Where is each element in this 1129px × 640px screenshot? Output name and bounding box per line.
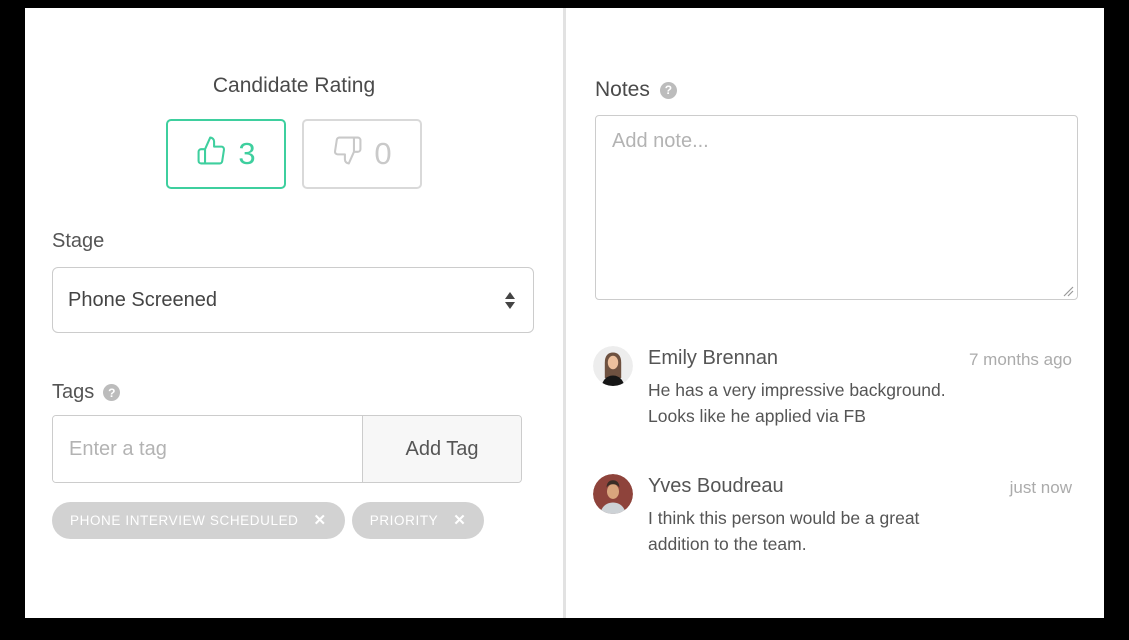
avatar-emily-brennan bbox=[593, 346, 633, 386]
notes-header: Notes ? bbox=[595, 78, 677, 102]
tag-input[interactable] bbox=[53, 416, 362, 482]
thumbs-up-icon bbox=[196, 135, 227, 174]
tag-pill-label: PHONE INTERVIEW SCHEDULED bbox=[70, 513, 299, 528]
notes-help-icon[interactable]: ? bbox=[660, 82, 677, 99]
note-timestamp: 7 months ago bbox=[969, 350, 1072, 370]
candidate-rating-panel: Candidate Rating 3 0 Stage Phone Screene… bbox=[25, 8, 563, 618]
tags-help-icon[interactable]: ? bbox=[103, 384, 120, 401]
rating-buttons-row: 3 0 bbox=[25, 119, 563, 189]
note-entry: Yves Boudreau just now I think this pers… bbox=[593, 472, 1072, 557]
remove-tag-icon[interactable]: ✕ bbox=[314, 513, 327, 528]
thumbs-up-button[interactable]: 3 bbox=[166, 119, 286, 189]
tag-input-group: Add Tag bbox=[52, 415, 522, 483]
note-author: Yves Boudreau bbox=[648, 472, 1072, 498]
thumbs-down-icon bbox=[332, 135, 363, 174]
candidate-detail-screen: { "rating": { "title": "Candidate Rating… bbox=[0, 0, 1129, 640]
note-input[interactable] bbox=[595, 115, 1078, 300]
tag-pill-label: PRIORITY bbox=[370, 513, 439, 528]
tags-label-text: Tags bbox=[52, 381, 94, 404]
stage-label: Stage bbox=[52, 230, 104, 253]
stage-select-value: Phone Screened bbox=[68, 289, 217, 312]
thumbs-up-count: 3 bbox=[238, 136, 255, 172]
thumbs-down-count: 0 bbox=[374, 136, 391, 172]
note-textarea-wrap bbox=[595, 115, 1078, 300]
avatar-yves-boudreau bbox=[593, 474, 633, 514]
add-tag-button[interactable]: Add Tag bbox=[362, 416, 521, 482]
notes-panel: Notes ? Emily Brennan 7 months ago He ha… bbox=[566, 8, 1104, 618]
remove-tag-icon[interactable]: ✕ bbox=[453, 513, 466, 528]
tag-pill-list: PHONE INTERVIEW SCHEDULED ✕ PRIORITY ✕ bbox=[52, 502, 484, 539]
notes-title: Notes bbox=[595, 78, 650, 102]
stage-select[interactable]: Phone Screened bbox=[52, 267, 534, 333]
note-entry: Emily Brennan 7 months ago He has a very… bbox=[593, 344, 1072, 429]
tag-pill-phone-interview-scheduled: PHONE INTERVIEW SCHEDULED ✕ bbox=[52, 502, 345, 539]
tag-pill-priority: PRIORITY ✕ bbox=[352, 502, 485, 539]
resize-grip-icon[interactable] bbox=[1062, 284, 1074, 296]
tags-label: Tags ? bbox=[52, 381, 120, 404]
stage-label-text: Stage bbox=[52, 230, 104, 253]
thumbs-down-button[interactable]: 0 bbox=[302, 119, 422, 189]
candidate-rating-title: Candidate Rating bbox=[25, 74, 563, 98]
select-updown-icon bbox=[505, 292, 515, 309]
note-text: I think this person would be a great add… bbox=[648, 505, 950, 557]
note-timestamp: just now bbox=[1010, 478, 1072, 498]
note-text: He has a very impressive background. Loo… bbox=[648, 377, 950, 429]
